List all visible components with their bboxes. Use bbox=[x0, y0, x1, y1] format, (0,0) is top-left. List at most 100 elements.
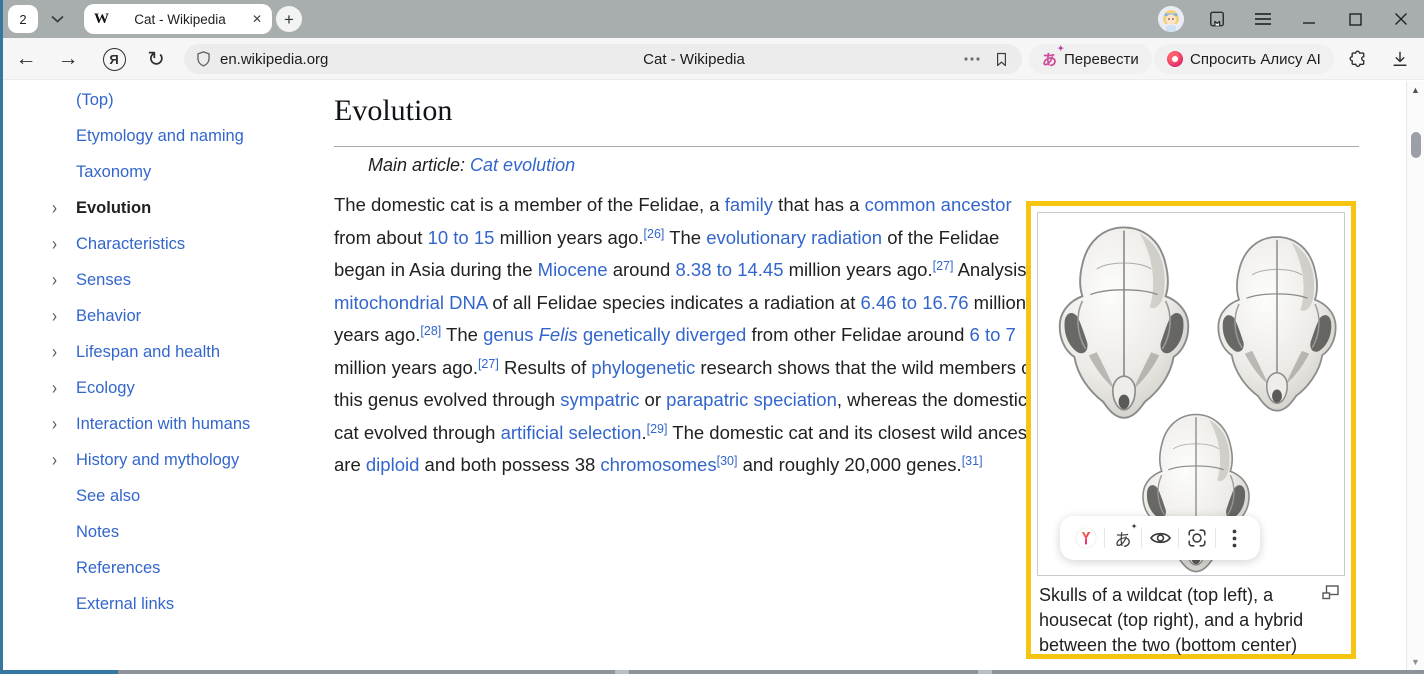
chevron-right-icon[interactable]: › bbox=[52, 305, 76, 326]
more-actions-icon[interactable] bbox=[963, 56, 981, 62]
wikipedia-favicon-icon: W bbox=[94, 11, 116, 28]
wiki-link[interactable]: diploid bbox=[366, 454, 420, 475]
sidebar-item-label[interactable]: History and mythology bbox=[76, 451, 239, 470]
wiki-link[interactable]: sympatric bbox=[560, 389, 639, 410]
browser-tab[interactable]: W Cat - Wikipedia ✕ bbox=[84, 4, 272, 34]
reference-link[interactable]: [30] bbox=[717, 454, 738, 468]
wiki-link[interactable]: parapatric speciation bbox=[666, 389, 837, 410]
sidebar-item-notes[interactable]: Notes bbox=[52, 520, 119, 544]
vertical-scrollbar[interactable]: ▲ ▼ bbox=[1406, 81, 1424, 670]
scroll-down-arrow[interactable]: ▼ bbox=[1407, 657, 1424, 667]
sidebar-item-label[interactable]: Behavior bbox=[76, 307, 141, 326]
sidebar-item-label[interactable]: Taxonomy bbox=[76, 163, 151, 182]
sidebar-item-label[interactable]: See also bbox=[76, 487, 140, 506]
address-bar[interactable]: en.wikipedia.org Cat - Wikipedia bbox=[184, 44, 1022, 74]
sidebar-item-label[interactable]: Senses bbox=[76, 271, 131, 290]
wiki-link[interactable]: 10 to 15 bbox=[428, 227, 495, 248]
chevron-right-icon[interactable]: › bbox=[52, 413, 76, 434]
wiki-link[interactable]: family bbox=[725, 194, 773, 215]
yandex-search-button[interactable]: Я bbox=[98, 38, 130, 80]
sidebar-item-characteristics[interactable]: ›Characteristics bbox=[52, 232, 185, 256]
reference-link[interactable]: [28] bbox=[420, 324, 441, 338]
more-image-actions-button[interactable] bbox=[1218, 522, 1250, 554]
reference-link[interactable]: [31] bbox=[962, 454, 983, 468]
wiki-link[interactable]: evolutionary radiation bbox=[706, 227, 882, 248]
wiki-link[interactable]: artificial selection bbox=[501, 422, 642, 443]
sidebar-item-lifespan-and-health[interactable]: ›Lifespan and health bbox=[52, 340, 220, 364]
chevron-right-icon[interactable]: › bbox=[52, 377, 76, 398]
preview-button[interactable] bbox=[1144, 522, 1176, 554]
sidebar-item-history-and-mythology[interactable]: ›History and mythology bbox=[52, 448, 239, 472]
sidebar-item-top[interactable]: (Top) bbox=[52, 88, 114, 112]
forward-button[interactable]: → bbox=[52, 38, 84, 80]
sidebar-item-taxonomy[interactable]: Taxonomy bbox=[52, 160, 151, 184]
wiki-link[interactable]: mitochondrial DNA bbox=[334, 292, 487, 313]
sidebar-item-label[interactable]: External links bbox=[76, 595, 174, 614]
sidebar-item-ecology[interactable]: ›Ecology bbox=[52, 376, 135, 400]
ask-alice-button[interactable]: Спросить Алису AI bbox=[1154, 44, 1334, 74]
sidebar-item-label[interactable]: Characteristics bbox=[76, 235, 185, 254]
sidebar-item-evolution[interactable]: ›Evolution bbox=[52, 196, 151, 220]
sidebar-item-see-also[interactable]: See also bbox=[52, 484, 140, 508]
sidebar-item-interaction-with-humans[interactable]: ›Interaction with humans bbox=[52, 412, 250, 436]
wiki-link[interactable]: 8.38 to 14.45 bbox=[675, 259, 783, 280]
translate-image-button[interactable]: あ✦ bbox=[1107, 522, 1139, 554]
reference-link[interactable]: [27] bbox=[478, 357, 499, 371]
skulls-image[interactable]: あ✦ bbox=[1037, 212, 1345, 576]
scroll-up-arrow[interactable]: ▲ bbox=[1407, 85, 1424, 95]
wiki-link[interactable]: 6 to 7 bbox=[970, 324, 1016, 345]
back-button[interactable]: ← bbox=[10, 38, 42, 80]
chevron-right-icon[interactable]: › bbox=[52, 233, 76, 254]
wiki-link[interactable]: phylogenetic bbox=[591, 357, 695, 378]
sidebar-item-external-links[interactable]: External links bbox=[52, 592, 174, 616]
reload-button[interactable]: ↻ bbox=[140, 38, 172, 80]
chevron-right-icon[interactable]: › bbox=[52, 197, 76, 218]
wiki-link[interactable]: chromosomes bbox=[600, 454, 716, 475]
reference-link[interactable]: [29] bbox=[647, 422, 668, 436]
chevron-right-icon[interactable]: › bbox=[52, 269, 76, 290]
side-panel-button[interactable] bbox=[1194, 0, 1240, 38]
sidebar-item-label[interactable]: References bbox=[76, 559, 160, 578]
chevron-right-icon[interactable]: › bbox=[52, 449, 76, 470]
sidebar-item-etymology-and-naming[interactable]: Etymology and naming bbox=[52, 124, 244, 148]
sidebar-item-label[interactable]: (Top) bbox=[76, 91, 114, 110]
sidebar-item-label[interactable]: Ecology bbox=[76, 379, 135, 398]
wiki-link[interactable]: Felis bbox=[539, 324, 578, 345]
wiki-link[interactable]: genetically diverged bbox=[583, 324, 747, 345]
reference-link[interactable]: [27] bbox=[933, 259, 954, 273]
image-search-button[interactable] bbox=[1181, 522, 1213, 554]
chevron-right-icon[interactable]: › bbox=[52, 341, 76, 362]
sidebar-item-label[interactable]: Interaction with humans bbox=[76, 415, 250, 434]
browser-menu-button[interactable] bbox=[1240, 0, 1286, 38]
wiki-link[interactable]: common ancestor bbox=[865, 194, 1012, 215]
alice-profile-button[interactable] bbox=[1148, 0, 1194, 38]
sidebar-item-label[interactable]: Etymology and naming bbox=[76, 127, 244, 146]
downloads-button[interactable] bbox=[1384, 38, 1416, 80]
sidebar-item-label[interactable]: Evolution bbox=[76, 199, 151, 218]
maximize-button[interactable] bbox=[1332, 0, 1378, 38]
scrollbar-thumb[interactable] bbox=[1411, 132, 1421, 158]
tab-list-chevron-button[interactable] bbox=[42, 5, 72, 33]
minimize-button[interactable] bbox=[1286, 0, 1332, 38]
sidebar-item-references[interactable]: References bbox=[52, 556, 160, 580]
bookmark-icon[interactable] bbox=[993, 50, 1010, 69]
sidebar-item-senses[interactable]: ›Senses bbox=[52, 268, 131, 292]
enlarge-figure-button[interactable] bbox=[1322, 585, 1339, 600]
tab-counter-button[interactable]: 2 bbox=[8, 5, 38, 33]
wiki-link[interactable]: Miocene bbox=[538, 259, 608, 280]
sidebar-item-behavior[interactable]: ›Behavior bbox=[52, 304, 141, 328]
wiki-link[interactable]: genus bbox=[483, 324, 533, 345]
tab-title: Cat - Wikipedia bbox=[116, 12, 244, 27]
reference-link[interactable]: [26] bbox=[644, 227, 665, 241]
extensions-button[interactable] bbox=[1341, 38, 1373, 80]
yandex-logo-button[interactable] bbox=[1070, 522, 1102, 554]
hatnote-link[interactable]: Cat evolution bbox=[470, 155, 575, 175]
translate-page-button[interactable]: あ Перевести bbox=[1029, 44, 1152, 74]
sidebar-item-label[interactable]: Notes bbox=[76, 523, 119, 542]
tab-close-icon[interactable]: ✕ bbox=[244, 12, 262, 26]
sidebar-item-label[interactable]: Lifespan and health bbox=[76, 343, 220, 362]
new-tab-button[interactable]: + bbox=[276, 6, 302, 32]
highlighted-figure[interactable]: あ✦ bbox=[1026, 201, 1356, 659]
wiki-link[interactable]: 6.46 to 16.76 bbox=[861, 292, 969, 313]
close-window-button[interactable] bbox=[1378, 0, 1424, 38]
